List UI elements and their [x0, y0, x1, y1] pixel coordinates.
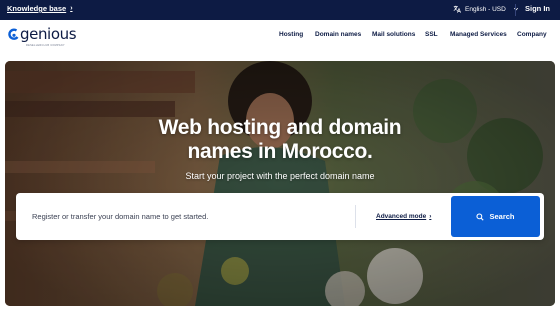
domain-search-input[interactable] — [32, 208, 350, 225]
logo-mark-icon — [8, 28, 19, 40]
knowledge-base-link[interactable]: Knowledge base › — [7, 4, 73, 13]
hero-title-line1: Web hosting and domain — [158, 116, 402, 139]
hero-banner: Web hosting and domain names in Morocco.… — [5, 61, 555, 306]
hero-title: Web hosting and domain names in Morocco. — [5, 116, 555, 164]
hero-subtitle: Start your project with the perfect doma… — [185, 171, 375, 181]
logo-text: genious — [20, 25, 77, 43]
chevron-right-icon: › — [70, 5, 73, 12]
nav-item-ssl[interactable]: SSL — [425, 31, 438, 38]
sign-in-link[interactable]: Sign In — [525, 4, 550, 13]
search-divider — [355, 205, 356, 228]
search-icon — [476, 212, 485, 221]
logo-tagline: RESELLERCLUB COMPANY — [26, 44, 65, 47]
language-label: English - USD — [465, 5, 506, 13]
nav-item-company[interactable]: Company — [517, 31, 547, 38]
knowledge-base-label: Knowledge base — [7, 4, 67, 13]
advanced-mode-link[interactable]: Advanced mode › — [376, 213, 431, 220]
nav-item-mail-solutions[interactable]: Mail solutions — [372, 31, 415, 38]
nav-item-hosting[interactable]: Hosting — [279, 31, 303, 38]
translate-icon — [453, 5, 461, 13]
main-navbar: genious RESELLERCLUB COMPANY Hosting Dom… — [0, 20, 560, 54]
domain-search-box: Advanced mode› Search — [16, 193, 544, 240]
advanced-mode-label: Advanced mode — [376, 213, 427, 220]
top-bar: Knowledge base › English - USD Sign In — [0, 0, 560, 20]
logo[interactable]: genious RESELLERCLUB COMPANY — [8, 25, 77, 47]
language-selector[interactable]: English - USD — [453, 5, 519, 13]
nav-item-managed-services[interactable]: Managed Services — [450, 31, 507, 38]
search-button-label: Search — [489, 212, 515, 221]
hero-title-line2: names in Morocco. — [187, 140, 373, 163]
chevron-right-icon: › — [429, 213, 432, 220]
hero-background-image — [5, 61, 555, 306]
topbar-divider — [515, 4, 516, 16]
nav-item-domain-names[interactable]: Domain names — [315, 31, 361, 38]
search-button[interactable]: Search — [451, 196, 540, 237]
